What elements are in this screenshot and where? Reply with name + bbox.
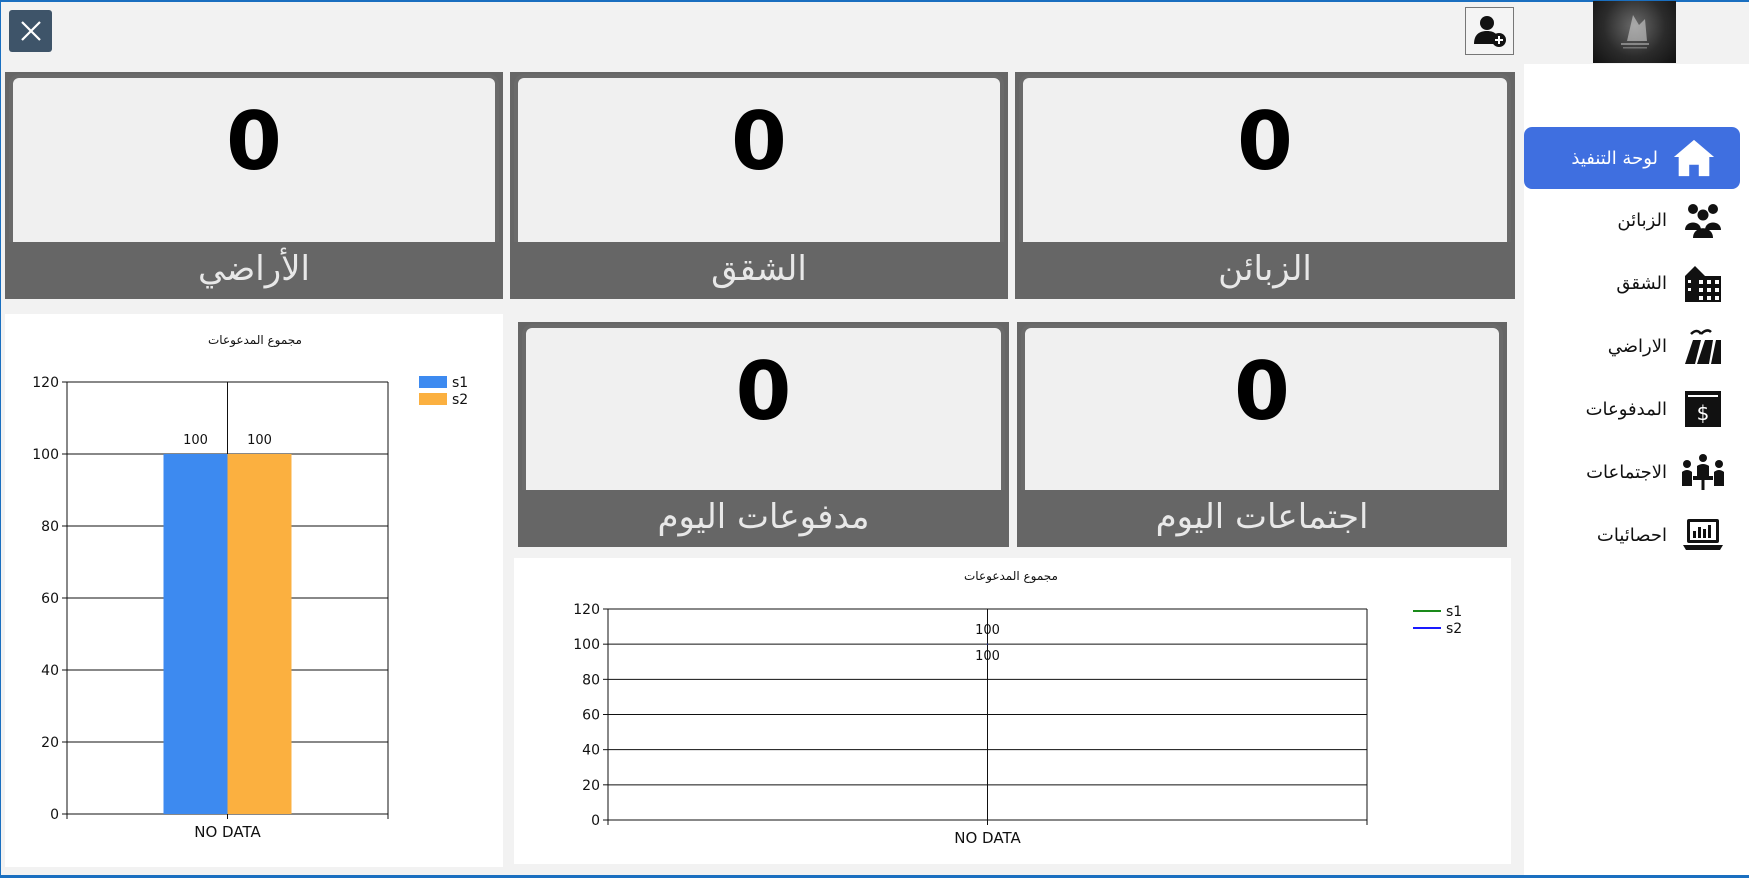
legend-label: s2 [452, 392, 468, 408]
stat-card-payments-today: 0 مدفوعات اليوم [518, 322, 1009, 547]
bar-s1 [163, 454, 228, 814]
window-frame-left [0, 0, 1, 878]
stat-value: 0 [1237, 95, 1293, 188]
data-label: 100 [975, 649, 1000, 664]
point-s2 [987, 643, 988, 645]
data-label: 100 [183, 433, 208, 448]
line-chart-panel: مجموع المدعوعات 0 20 40 60 80 100 120 100 100 NO D… [514, 558, 1511, 864]
close-icon [20, 21, 41, 41]
svg-text:$: $ [1697, 401, 1710, 425]
y-tick-label: 20 [41, 735, 59, 751]
sidebar-item-apartments[interactable]: الشقق [1524, 253, 1749, 313]
x-tick-label: NO DATA [954, 829, 1021, 847]
sidebar-item-label: الشقق [1616, 272, 1667, 294]
stats-laptop-icon [1681, 513, 1725, 557]
stat-value: 0 [1234, 345, 1290, 438]
legend-label: s2 [1446, 621, 1462, 637]
company-logo [1593, 1, 1676, 63]
y-tick-label: 120 [32, 375, 59, 391]
land-icon [1681, 324, 1725, 368]
sidebar-item-customers[interactable]: الزبائن [1524, 190, 1749, 250]
line-chart: مجموع المدعوعات 0 20 40 60 80 100 120 100 100 NO D… [573, 569, 1462, 847]
legend-swatch-s2 [419, 393, 447, 405]
y-tick-label: 60 [41, 591, 59, 607]
bar-chart-panel: مجموع المدعوعات 0 20 40 60 80 100 120 100 100 NO D… [5, 314, 503, 867]
stat-label: اجتماعات اليوم [1155, 497, 1369, 537]
close-button[interactable] [9, 10, 52, 52]
y-tick-label: 80 [582, 672, 600, 688]
sidebar-item-label: الاراضي [1607, 335, 1667, 357]
chart-title: مجموع المدعوعات [964, 569, 1058, 584]
sidebar-item-label: المدفوعات [1585, 398, 1667, 420]
bar-s2 [227, 454, 292, 814]
y-tick-label: 0 [591, 813, 600, 829]
stat-label: الزبائن [1218, 249, 1312, 289]
sidebar-item-dashboard[interactable]: لوحة التنفيذ [1524, 127, 1740, 189]
add-user-button[interactable] [1465, 7, 1514, 55]
stat-value: 0 [731, 95, 787, 188]
y-tick-label: 40 [582, 743, 600, 759]
stat-label: الشقق [711, 249, 807, 289]
stat-value: 0 [735, 345, 792, 438]
y-tick-label: 60 [582, 708, 600, 724]
people-icon [1681, 198, 1725, 242]
home-icon [1672, 136, 1716, 180]
stat-label: الأراضي [198, 249, 310, 289]
y-tick-label: 80 [41, 519, 59, 535]
stat-label: مدفوعات اليوم [657, 497, 870, 537]
data-label: 100 [975, 623, 1000, 638]
meeting-icon [1681, 450, 1725, 494]
sidebar-item-lands[interactable]: الاراضي [1524, 316, 1749, 376]
chart-title: مجموع المدعوعات [208, 333, 302, 348]
x-tick-label: NO DATA [194, 823, 261, 841]
user-plus-icon [1473, 16, 1506, 47]
stat-card-customers: 0 الزبائن [1015, 72, 1515, 299]
y-tick-label: 100 [32, 447, 59, 463]
y-tick-label: 100 [573, 637, 600, 653]
legend-swatch-s1 [419, 376, 447, 388]
sidebar-item-payments[interactable]: المدفوعات $ [1524, 379, 1749, 439]
sidebar-item-label: لوحة التنفيذ [1571, 147, 1658, 169]
sidebar-item-label: الزبائن [1617, 209, 1667, 231]
stat-value: 0 [226, 95, 282, 188]
sidebar-item-label: الاجتماعات [1586, 461, 1667, 483]
sidebar-item-label: احصائيات [1596, 524, 1667, 546]
bar-chart: مجموع المدعوعات 0 20 40 60 80 100 120 100 100 NO D… [32, 333, 468, 841]
y-tick-label: 120 [573, 602, 600, 618]
window-frame-top [0, 0, 1749, 2]
y-tick-label: 40 [41, 663, 59, 679]
stat-card-apartments: 0 الشقق [510, 72, 1008, 299]
sidebar-item-statistics[interactable]: احصائيات [1524, 505, 1749, 565]
dollar-icon: $ [1681, 387, 1725, 431]
legend-label: s1 [1446, 604, 1462, 620]
y-tick-label: 20 [582, 778, 600, 794]
y-tick-label: 0 [50, 807, 59, 823]
building-icon [1681, 261, 1725, 305]
stat-card-lands: 0 الأراضي [5, 72, 503, 299]
data-label: 100 [247, 433, 272, 448]
legend-label: s1 [452, 375, 468, 391]
stat-card-meetings-today: 0 اجتماعات اليوم [1017, 322, 1507, 547]
sidebar-item-meetings[interactable]: الاجتماعات [1524, 442, 1749, 502]
